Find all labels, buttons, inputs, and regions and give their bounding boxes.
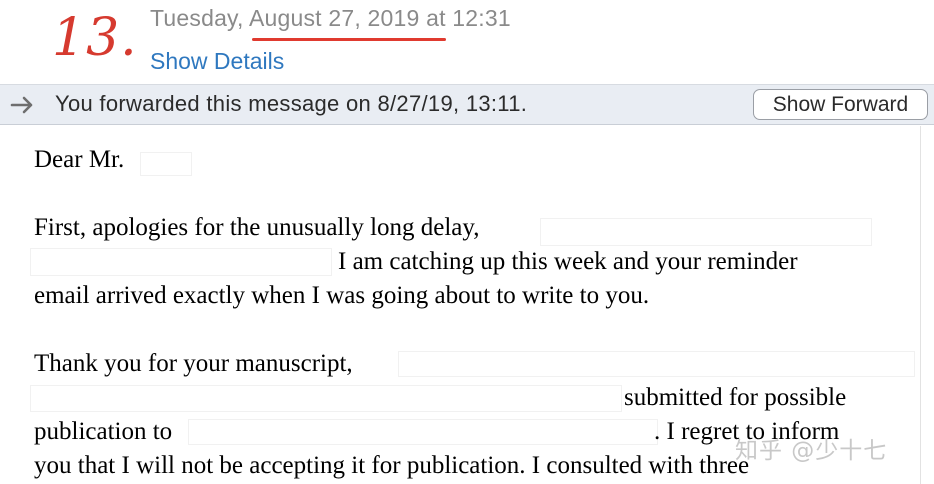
redacted-block: [30, 248, 332, 276]
redacted-block: [30, 385, 622, 412]
message-header: 13. Tuesday, August 27, 2019 at 12:31 Sh…: [0, 0, 934, 84]
show-details-link[interactable]: Show Details: [150, 48, 284, 75]
redacted-block: [540, 218, 872, 246]
body-line: you that I will not be accepting it for …: [34, 452, 750, 479]
redacted-block: [140, 152, 192, 176]
body-line: First, apologies for the unusually long …: [34, 214, 480, 241]
body-line: submitted for possible: [624, 384, 847, 411]
forwarded-notice-bar: You forwarded this message on 8/27/19, 1…: [0, 84, 934, 125]
forward-arrow-icon: [10, 96, 33, 114]
watermark-text: 知乎 @少十七: [735, 438, 888, 464]
date-weekday: Tuesday,: [150, 5, 249, 31]
body-line: email arrived exactly when I was going a…: [34, 282, 650, 309]
scrollbar-track[interactable]: [920, 126, 921, 484]
forwarded-notice-text: You forwarded this message on 8/27/19, 1…: [55, 91, 528, 116]
handwritten-annotation-number: 13.: [52, 8, 138, 68]
redacted-block: [188, 419, 658, 445]
salutation-line: Dear Mr.: [34, 146, 125, 173]
body-line: publication to: [34, 418, 173, 445]
date-highlight: August 27, 2019: [248, 5, 420, 31]
date-time: at 12:31: [419, 5, 511, 31]
show-forward-button[interactable]: Show Forward: [753, 89, 928, 120]
message-date: Tuesday, August 27, 2019 at 12:31: [150, 5, 511, 32]
redacted-block: [398, 351, 915, 377]
body-line: Thank you for your manuscript,: [34, 350, 353, 377]
red-underline-annotation: [252, 38, 446, 41]
body-line: I am catching up this week and your remi…: [338, 248, 798, 275]
